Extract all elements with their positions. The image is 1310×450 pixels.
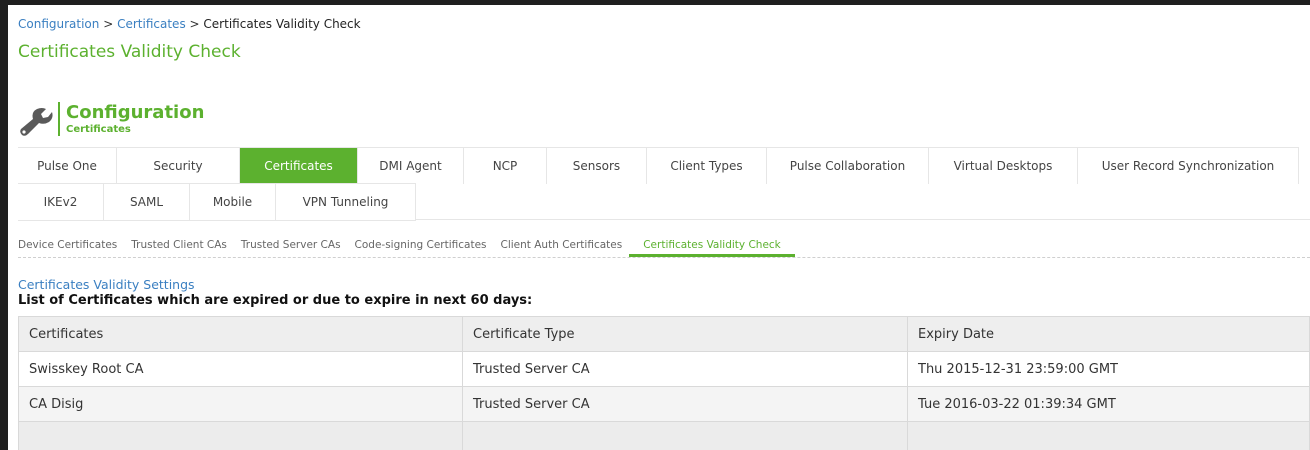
column-header-certificate-type[interactable]: Certificate Type xyxy=(462,316,908,352)
section-title: Configuration xyxy=(66,102,205,123)
tab-pulse-collaboration[interactable]: Pulse Collaboration xyxy=(767,148,929,184)
tab-saml[interactable]: SAML xyxy=(104,184,190,220)
certificate-type-cell xyxy=(462,421,908,450)
subtab-device-certificates[interactable]: Device Certificates xyxy=(18,235,124,257)
tab-security[interactable]: Security xyxy=(117,148,240,184)
tab-virtual-desktops[interactable]: Virtual Desktops xyxy=(929,148,1078,184)
breadcrumb: Configuration > Certificates > Certifica… xyxy=(18,17,361,31)
subtab-divider xyxy=(18,257,1310,258)
expiry-date-cell: Thu 2015-12-31 23:59:00 GMT xyxy=(907,351,1310,387)
certificate-name-cell xyxy=(18,421,463,450)
subtab-bar: Device Certificates Trusted Client CAs T… xyxy=(18,235,795,257)
subtab-client-auth-certificates[interactable]: Client Auth Certificates xyxy=(494,235,630,257)
subtab-trusted-client-cas[interactable]: Trusted Client CAs xyxy=(124,235,234,257)
tab-ncp[interactable]: NCP xyxy=(464,148,547,184)
tab-client-types[interactable]: Client Types xyxy=(647,148,767,184)
table-row[interactable]: Swisskey Root CA Trusted Server CA Thu 2… xyxy=(18,351,1310,387)
subtab-code-signing-certificates[interactable]: Code-signing Certificates xyxy=(348,235,494,257)
certificate-type-cell: Trusted Server CA xyxy=(462,386,908,422)
certificates-validity-settings-link[interactable]: Certificates Validity Settings xyxy=(18,277,195,292)
expiry-date-cell xyxy=(907,421,1310,450)
subtab-certificates-validity-check[interactable]: Certificates Validity Check xyxy=(629,235,795,257)
section-subtitle: Certificates xyxy=(66,124,131,135)
breadcrumb-configuration-link[interactable]: Configuration xyxy=(18,17,99,31)
tab-certificates[interactable]: Certificates xyxy=(240,148,358,184)
page-title: Certificates Validity Check xyxy=(18,42,241,62)
tab-sensors[interactable]: Sensors xyxy=(547,148,647,184)
certificates-table: Certificates Certificate Type Expiry Dat… xyxy=(18,316,1310,450)
column-header-certificates[interactable]: Certificates xyxy=(18,316,463,352)
certificate-name-cell: Swisskey Root CA xyxy=(18,351,463,387)
list-heading: List of Certificates which are expired o… xyxy=(18,293,533,308)
page: Configuration > Certificates > Certifica… xyxy=(8,5,1310,450)
table-header-row: Certificates Certificate Type Expiry Dat… xyxy=(18,316,1310,352)
expiry-date-cell: Tue 2016-03-22 01:39:34 GMT xyxy=(907,386,1310,422)
subtab-trusted-server-cas[interactable]: Trusted Server CAs xyxy=(234,235,348,257)
column-header-expiry-date[interactable]: Expiry Date xyxy=(907,316,1310,352)
tab-ikev2[interactable]: IKEv2 xyxy=(18,184,104,220)
tab-user-record-synchronization[interactable]: User Record Synchronization xyxy=(1078,148,1299,184)
tab-bar-row1: Pulse One Security Certificates DMI Agen… xyxy=(18,147,1299,184)
tab-vpn-tunneling[interactable]: VPN Tunneling xyxy=(276,184,416,220)
breadcrumb-certificates-link[interactable]: Certificates xyxy=(117,17,186,31)
breadcrumb-separator: > xyxy=(103,17,114,31)
section-title-block: Configuration Certificates xyxy=(58,102,204,136)
tab-bar-row2: IKEv2 SAML Mobile VPN Tunneling xyxy=(18,183,416,221)
tab-mobile[interactable]: Mobile xyxy=(190,184,276,220)
breadcrumb-current: Certificates Validity Check xyxy=(203,17,361,31)
tab-bar-divider xyxy=(416,219,1310,220)
table-row xyxy=(18,421,1310,450)
certificate-type-cell: Trusted Server CA xyxy=(462,351,908,387)
tab-pulse-one[interactable]: Pulse One xyxy=(18,148,117,184)
certificate-name-cell: CA Disig xyxy=(18,386,463,422)
breadcrumb-separator: > xyxy=(189,17,200,31)
tab-dmi-agent[interactable]: DMI Agent xyxy=(358,148,464,184)
table-row[interactable]: CA Disig Trusted Server CA Tue 2016-03-2… xyxy=(18,386,1310,422)
wrench-icon xyxy=(20,108,53,136)
